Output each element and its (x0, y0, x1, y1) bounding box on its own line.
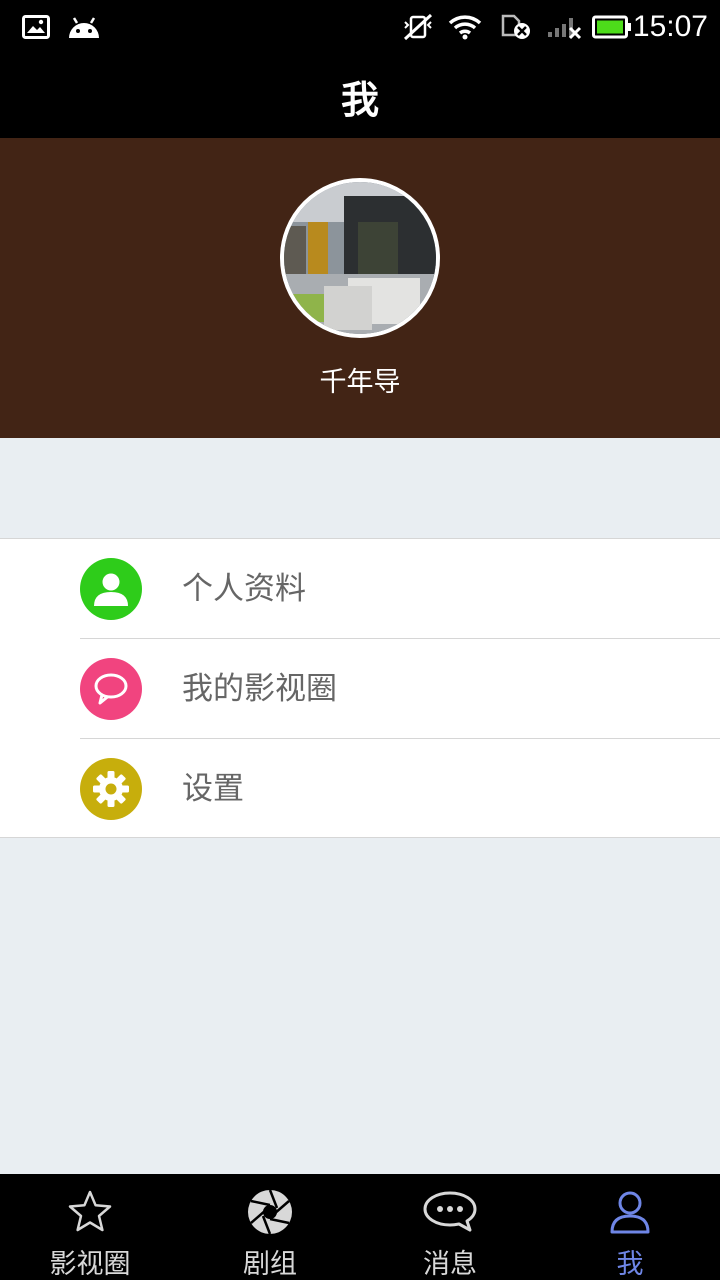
menu-item-label: 个人资料 (182, 571, 306, 607)
person-icon (80, 558, 142, 620)
battery-icon (592, 0, 632, 54)
avatar[interactable] (280, 178, 440, 338)
menu-item-label: 设置 (182, 771, 244, 807)
username: 千年导 (319, 367, 401, 398)
menu-item-label: 我的影视圈 (182, 671, 337, 707)
gear-icon (80, 758, 142, 820)
image-icon (22, 0, 50, 54)
menu-item-settings[interactable]: 设置 (0, 739, 720, 839)
menu-item-profile[interactable]: 个人资料 (0, 539, 720, 639)
clock: 15:07 (632, 10, 708, 43)
star-icon (0, 1188, 180, 1236)
bottom-nav: 影视圈 剧组 消息 我 (0, 1174, 720, 1280)
profile-banner: 千年导 (0, 138, 720, 438)
nav-tab-crew[interactable]: 剧组 (180, 1174, 360, 1280)
user-icon (540, 1188, 720, 1236)
nav-tab-circle[interactable]: 影视圈 (0, 1174, 180, 1280)
message-icon (360, 1188, 540, 1236)
wifi-icon (448, 0, 482, 54)
signal-icon (546, 0, 582, 54)
sim-error-icon (500, 0, 532, 54)
page-title: 我 (340, 77, 379, 122)
mute-vibrate-icon (402, 0, 434, 54)
title-bar: 我 (0, 54, 720, 138)
nav-label: 影视圈 (49, 1249, 131, 1280)
nav-label: 消息 (423, 1249, 477, 1280)
aperture-icon (180, 1188, 360, 1236)
chat-bubble-icon (80, 658, 142, 720)
menu-item-my-circle[interactable]: 我的影视圈 (0, 639, 720, 739)
nav-label: 剧组 (243, 1249, 297, 1280)
status-bar: 15:07 (0, 0, 720, 54)
nav-label: 我 (616, 1249, 644, 1280)
nav-tab-me[interactable]: 我 (540, 1174, 720, 1280)
android-icon (66, 0, 102, 54)
menu-list: 个人资料 我的影视圈 设置 (0, 538, 720, 838)
nav-tab-messages[interactable]: 消息 (360, 1174, 540, 1280)
